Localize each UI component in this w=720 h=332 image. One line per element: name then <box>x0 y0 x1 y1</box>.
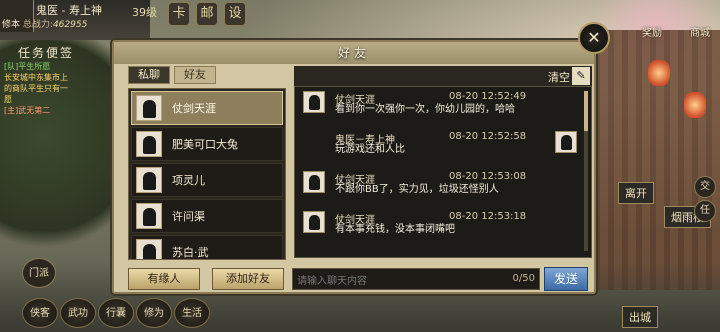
chat-input-box[interactable]: 0/50 <box>292 268 540 292</box>
close-icon[interactable]: ✕ <box>578 22 610 54</box>
friend-name: 项灵儿 <box>172 174 205 187</box>
gear-icon[interactable]: 设 <box>224 2 246 26</box>
chat-message: 鬼医－寿上神 08-20 12:52:58 玩游戏还和人比 <box>299 131 587 170</box>
chat-input[interactable] <box>293 271 493 292</box>
task-line[interactable]: [主]武无第二 <box>0 105 112 116</box>
task-line[interactable]: 长安城中东集市上 <box>0 72 112 83</box>
friend-item[interactable]: 肥美可口大兔 <box>131 127 283 161</box>
tab-private-chat[interactable]: 私聊 <box>128 66 170 84</box>
side-icon-bar: 交 任 <box>694 176 718 224</box>
exit-city-button[interactable]: 出城 <box>622 306 658 328</box>
player-power-row: 修本 总战力:462955 <box>2 17 87 30</box>
chat-pane: 清空 ✎ 仗剑天涯 08-20 12:52:49 看到你一次强你一次，你幼儿园的… <box>294 66 592 258</box>
friend-item[interactable]: 项灵儿 <box>131 163 283 197</box>
message-text: 看到你一次强你一次，你幼儿园的，哈哈 <box>335 104 515 115</box>
task-panel-title: 任务便签 <box>18 46 75 60</box>
send-button[interactable]: 发送 <box>544 267 588 291</box>
social-icon[interactable]: 交 <box>694 176 716 198</box>
power-value: 462955 <box>52 20 88 30</box>
message-text: 不跟你BB了，实力见，垃圾还怪别人 <box>335 184 499 195</box>
guild-name: 修本 <box>2 20 21 30</box>
dialog-bottom-bar: 有缘人 添加好友 0/50 发送 <box>114 266 594 294</box>
power-label: 总战力: <box>22 20 53 30</box>
chat-message: 仗剑天涯 08-20 12:52:49 看到你一次强你一次，你幼儿园的，哈哈 <box>299 91 587 130</box>
card-icon[interactable]: 卡 <box>168 2 190 26</box>
friend-pane: 私聊 好友 仗剑天涯 肥美可口大兔 项灵儿 许问渠 苏白·武 <box>128 66 286 266</box>
clear-chat-button[interactable]: 清空 <box>548 69 570 85</box>
mail-icon[interactable]: 邮 <box>196 2 218 26</box>
quest-icon[interactable]: 任 <box>694 200 716 222</box>
task-line[interactable]: 愿 <box>0 94 112 105</box>
chat-scrollbar[interactable] <box>584 91 588 251</box>
message-time: 08-20 12:52:49 <box>449 91 527 102</box>
menu-life-button[interactable]: 生活 <box>174 298 210 328</box>
dialog-title-bar: 好友 <box>114 42 594 64</box>
message-text: 有本事充钱，没本事闭嘴吧 <box>335 224 455 235</box>
message-text: 玩游戏还和人比 <box>335 144 405 155</box>
lantern-icon <box>648 60 670 86</box>
message-time: 08-20 12:53:18 <box>449 211 527 222</box>
friend-item[interactable]: 苏白·武 <box>131 235 283 259</box>
message-time: 08-20 12:53:08 <box>449 171 527 182</box>
task-line[interactable]: 的商队平生只有一 <box>0 83 112 94</box>
menu-cultivation-button[interactable]: 修为 <box>136 298 172 328</box>
avatar <box>136 95 162 121</box>
add-friend-button[interactable]: 添加好友 <box>212 268 284 290</box>
avatar[interactable] <box>555 131 577 153</box>
friend-name: 仗剑天涯 <box>172 102 216 115</box>
tab-row: 私聊 好友 <box>128 66 286 84</box>
friend-name: 肥美可口大兔 <box>172 138 238 151</box>
leave-button[interactable]: 离开 <box>618 182 654 204</box>
avatar <box>136 239 162 259</box>
char-count: 0/50 <box>512 273 535 284</box>
avatar <box>136 131 162 157</box>
message-time: 08-20 12:52:58 <box>449 131 527 142</box>
scroll-thumb[interactable] <box>584 91 588 131</box>
avatar[interactable] <box>303 211 325 233</box>
bottom-menu: 侠客 武功 行囊 修为 生活 <box>22 298 210 328</box>
friend-name: 许问渠 <box>172 210 205 223</box>
friend-item[interactable]: 许问渠 <box>131 199 283 233</box>
dialog-title: 好友 <box>337 46 370 60</box>
task-panel[interactable]: 任务便签 [队]平生所愿 长安城中东集市上 的商队平生只有一 愿 [主]武无第二 <box>0 44 112 154</box>
tab-friends[interactable]: 好友 <box>174 66 216 84</box>
friend-item[interactable]: 仗剑天涯 <box>131 91 283 125</box>
player-level: 39级 <box>132 6 157 19</box>
top-icon-bar: 卡 邮 设 <box>168 2 246 26</box>
fate-button[interactable]: 有缘人 <box>128 268 200 290</box>
avatar <box>136 203 162 229</box>
avatar <box>136 167 162 193</box>
menu-bag-button[interactable]: 行囊 <box>98 298 134 328</box>
friends-dialog: 好友 私聊 好友 仗剑天涯 肥美可口大兔 项灵儿 许问渠 苏白·武 清空 ✎ 仗… <box>112 40 596 294</box>
chat-toolbar: 清空 ✎ <box>294 66 592 86</box>
menu-skills-button[interactable]: 武功 <box>60 298 96 328</box>
friend-name: 苏白·武 <box>172 246 209 259</box>
avatar[interactable] <box>303 171 325 193</box>
chat-message: 仗剑天涯 08-20 12:53:18 有本事充钱，没本事闭嘴吧 <box>299 211 587 250</box>
right-top-icons: 奖励 商城 <box>632 6 720 40</box>
chat-message: 仗剑天涯 08-20 12:53:08 不跟你BB了，实力见，垃圾还怪别人 <box>299 171 587 210</box>
reward-icon[interactable]: 奖励 <box>632 6 672 40</box>
menu-heroes-button[interactable]: 侠客 <box>22 298 58 328</box>
player-hud[interactable]: 鬼医 - 寿上神 修本 总战力:462955 <box>0 0 112 32</box>
task-line[interactable]: [队]平生所愿 <box>0 61 112 72</box>
shop-icon[interactable]: 商城 <box>680 6 720 40</box>
lantern-icon <box>684 92 706 118</box>
chat-log[interactable]: 仗剑天涯 08-20 12:52:49 看到你一次强你一次，你幼儿园的，哈哈 鬼… <box>294 86 592 258</box>
avatar[interactable] <box>303 91 325 113</box>
broom-icon[interactable]: ✎ <box>572 67 590 85</box>
player-name: 鬼医 - 寿上神 <box>36 4 102 17</box>
friend-list[interactable]: 仗剑天涯 肥美可口大兔 项灵儿 许问渠 苏白·武 <box>128 88 286 260</box>
sect-button[interactable]: 门派 <box>22 258 56 288</box>
